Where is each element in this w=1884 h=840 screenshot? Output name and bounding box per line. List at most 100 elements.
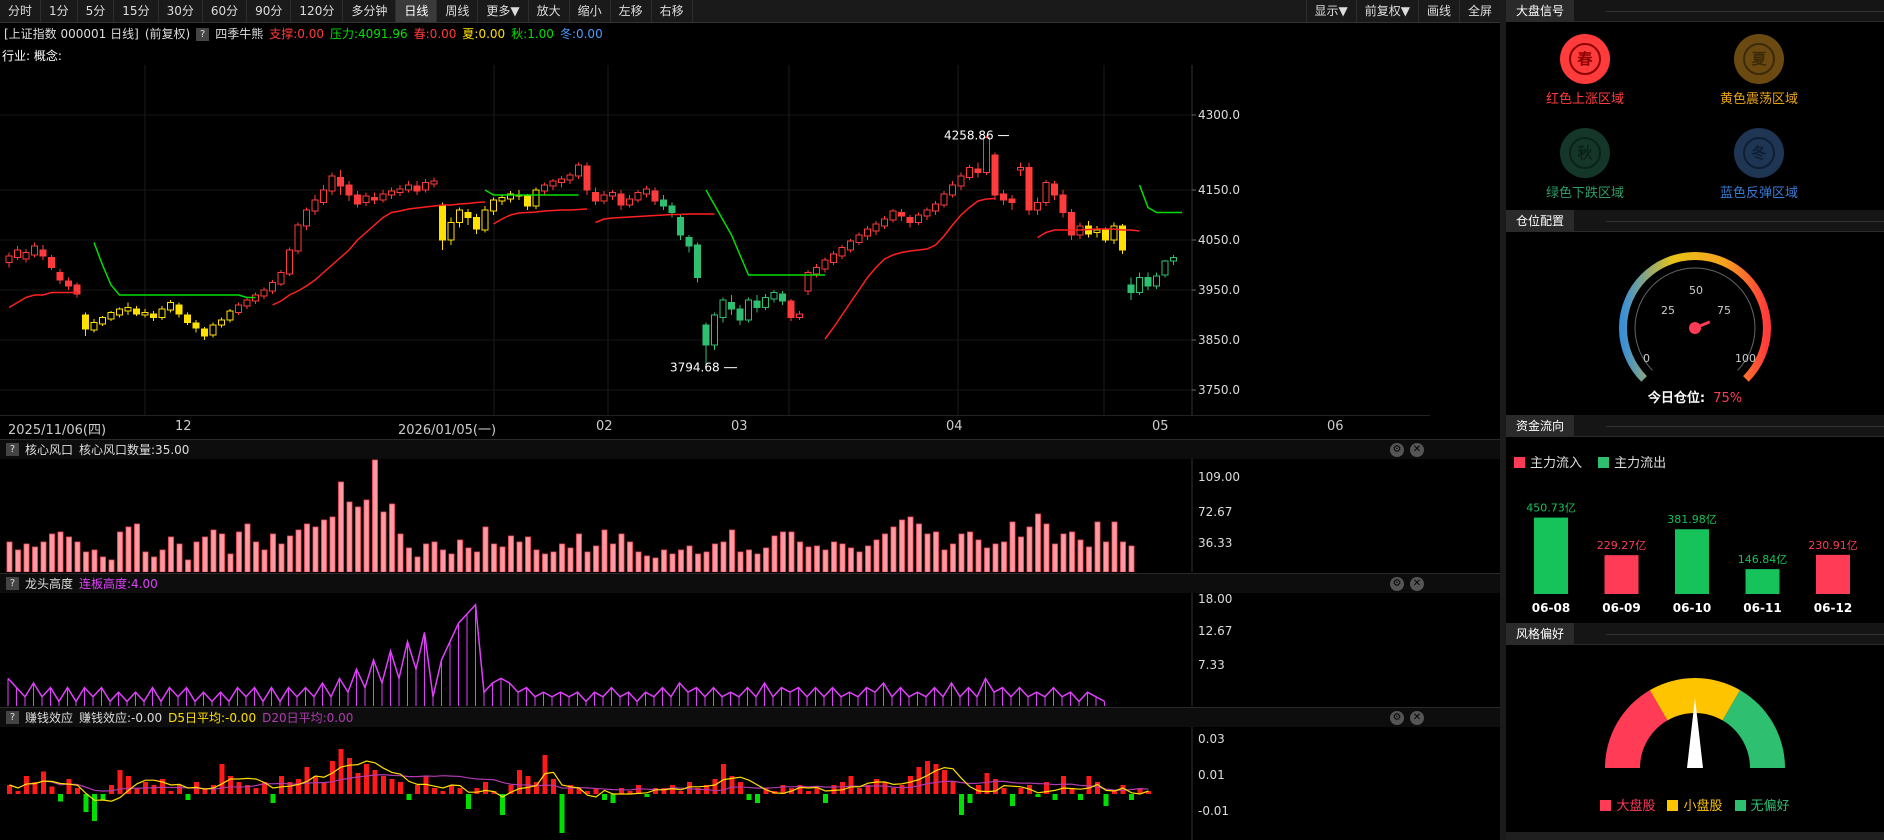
candle-body — [532, 189, 540, 207]
gauge-tick-label: 25 — [1661, 304, 1675, 317]
toolbar-button[interactable]: 前复权▼ — [1355, 0, 1418, 22]
core-theme-bar — [958, 533, 965, 572]
season-seal-icon[interactable]: 冬 — [1734, 128, 1784, 178]
core-theme-bar — [168, 536, 174, 572]
toolbar-button[interactable]: 60分 — [203, 0, 248, 22]
core-theme-bar — [593, 545, 599, 572]
style-legend-swatch — [1667, 800, 1679, 811]
core-theme-bar — [414, 556, 421, 572]
season-label: 黄色震荡区域 — [1719, 92, 1798, 107]
core-theme-bar — [992, 543, 999, 572]
sidebar-scroll-track[interactable] — [1506, 832, 1884, 840]
y-tick-label: 4150.0 — [1198, 183, 1240, 197]
toolbar-button[interactable]: 右移 — [652, 0, 693, 22]
candle-body — [745, 299, 752, 321]
toolbar-button[interactable]: 15分 — [114, 0, 159, 22]
season-seal-icon[interactable]: 夏 — [1734, 34, 1784, 84]
toolbar-button[interactable]: 90分 — [247, 0, 292, 22]
help-icon[interactable]: ? — [6, 711, 19, 724]
toolbar-button[interactable]: 1分 — [41, 0, 78, 22]
y-tick-label: 36.33 — [1198, 536, 1232, 550]
settings-gear-icon[interactable]: ⚙ — [1390, 443, 1404, 457]
toolbar-button[interactable]: 左移 — [611, 0, 652, 22]
profit-effect-bar — [950, 782, 956, 794]
toolbar-button[interactable]: 周线 — [437, 0, 479, 22]
section-title[interactable]: 大盘信号 — [1506, 0, 1575, 22]
candle-body — [685, 237, 693, 247]
capital-flow-value: 230.91亿 — [1808, 539, 1858, 552]
core-theme-bar — [372, 459, 378, 572]
profit-effect-bar — [75, 788, 80, 794]
core-theme-bar-chart[interactable]: 109.00 72.67 36.33 — [0, 459, 1500, 572]
candle-body — [821, 259, 829, 270]
candle-body — [889, 210, 897, 221]
y-tick-label: 0.01 — [1198, 768, 1225, 782]
y-tick-label: 4050.0 — [1198, 233, 1240, 247]
candle-body — [1068, 212, 1075, 236]
candle-body — [107, 312, 115, 320]
core-theme-bar — [227, 553, 234, 572]
core-theme-bar — [839, 543, 846, 572]
season-seal-icon[interactable]: 春 — [1560, 34, 1610, 84]
date-tick: 2026/01/05(一) — [398, 423, 497, 438]
help-icon[interactable]: ? — [6, 577, 19, 590]
toolbar-button[interactable]: 更多▼ — [478, 0, 529, 22]
toolbar-button[interactable]: 放大 — [529, 0, 570, 22]
y-tick-label: 18.00 — [1198, 593, 1232, 606]
section-title[interactable]: 风格偏好 — [1506, 623, 1575, 645]
candle-body — [439, 204, 446, 241]
candle-body — [90, 322, 98, 331]
capital-flow-value: 381.98亿 — [1667, 513, 1717, 526]
season-glyph: 春 — [1569, 43, 1601, 75]
profit-effect-bar — [236, 782, 242, 794]
core-theme-bar — [1111, 521, 1118, 572]
toolbar-button[interactable]: 30分 — [159, 0, 203, 22]
candle-body — [787, 300, 795, 318]
capital-flow-bar — [1816, 554, 1850, 594]
candle-body — [974, 168, 982, 173]
season-glyph: 冬 — [1743, 137, 1775, 169]
toolbar-button[interactable]: 120分 — [291, 0, 344, 22]
toolbar-button[interactable]: 缩小 — [570, 0, 611, 22]
candle-body — [99, 317, 106, 325]
help-icon[interactable]: ? — [196, 27, 210, 41]
candle-body — [558, 178, 565, 183]
index-name[interactable]: [上证指数 000001 日线] — [4, 25, 139, 43]
profit-effect-bar — [330, 761, 335, 794]
season-seal-icon[interactable]: 秋 — [1560, 128, 1610, 178]
close-icon[interactable]: ✕ — [1410, 443, 1424, 457]
toolbar-button[interactable]: 分时 — [0, 0, 42, 22]
season-label: 蓝色反弹区域 — [1719, 186, 1798, 201]
close-icon[interactable]: ✕ — [1410, 577, 1424, 591]
candle-body — [1170, 257, 1177, 262]
section-title[interactable]: 资金流向 — [1506, 415, 1575, 437]
core-theme-bar — [1128, 545, 1135, 572]
toolbar-button[interactable]: 5分 — [78, 0, 115, 22]
candle-body — [991, 154, 999, 196]
toolbar-button[interactable]: 全屏 — [1458, 0, 1500, 22]
outflow-swatch — [1598, 457, 1610, 468]
toolbar-button[interactable]: 显示▼ — [1305, 0, 1356, 22]
candle-body — [48, 257, 55, 268]
core-theme-bar — [151, 556, 157, 572]
profit-effect-chart[interactable]: 0.03 0.01 -0.01 — [0, 727, 1500, 840]
toolbar-button[interactable]: 画线 — [1417, 0, 1459, 22]
candle-body — [966, 167, 973, 178]
settings-gear-icon[interactable]: ⚙ — [1390, 577, 1404, 591]
close-icon[interactable]: ✕ — [1410, 711, 1424, 725]
profit-effect-bar — [959, 794, 964, 815]
leader-height-chart[interactable]: 18.00 12.67 7.33 — [0, 593, 1500, 706]
section-title[interactable]: 仓位配置 — [1506, 210, 1575, 232]
style-legend-swatch — [1734, 800, 1746, 811]
indicator-name[interactable]: 四季牛熊 — [215, 25, 263, 43]
candlestick-chart[interactable]: 4300.0 4150.0 4050.0 3950.0 3850.0 3750.0 4258… — [0, 65, 1500, 415]
toolbar-button[interactable]: 日线 — [396, 0, 438, 22]
profit-effect-bar — [66, 779, 72, 794]
settings-gear-icon[interactable]: ⚙ — [1390, 711, 1404, 725]
profit-effect-bar — [151, 785, 157, 794]
help-icon[interactable]: ? — [6, 443, 19, 456]
candle-body — [1153, 275, 1160, 287]
profit-effect-bar — [891, 788, 896, 794]
toolbar-button[interactable]: 多分钟 — [343, 0, 397, 22]
candle-body — [498, 197, 506, 202]
